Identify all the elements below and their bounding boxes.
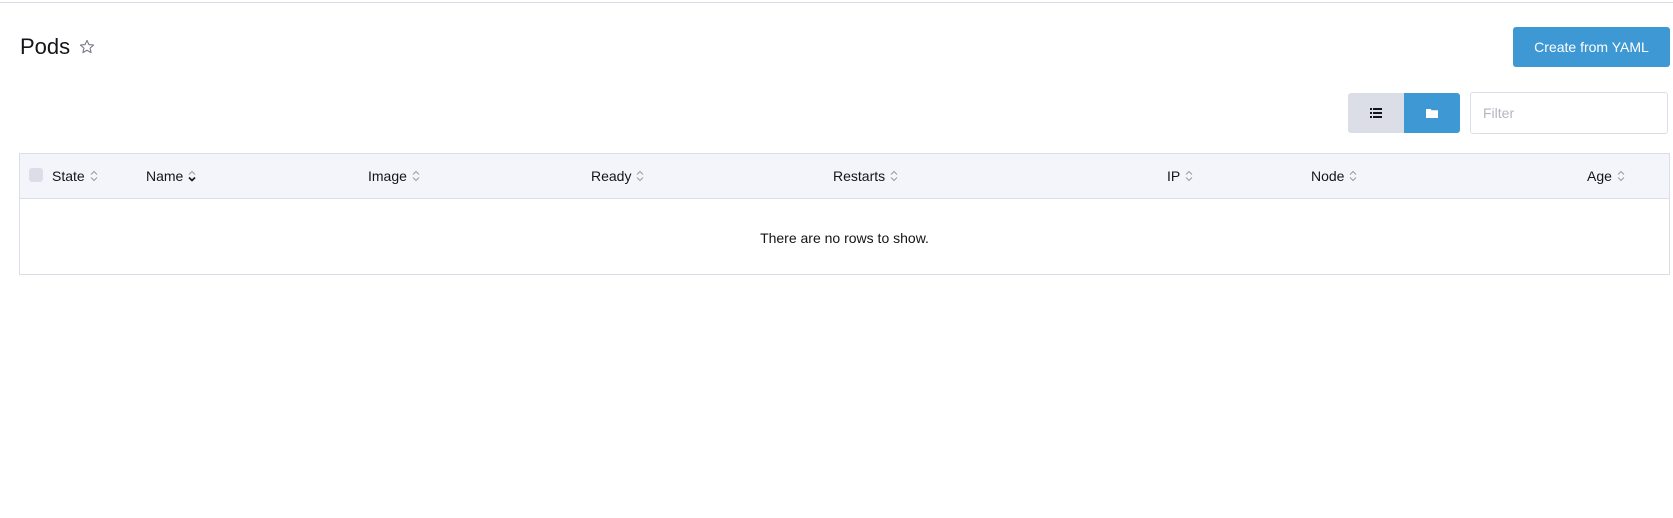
list-view-button[interactable] xyxy=(1348,93,1404,133)
column-header-restarts[interactable]: Restarts xyxy=(833,154,898,198)
column-header-name[interactable]: Name xyxy=(146,154,196,198)
column-header-state[interactable]: State xyxy=(52,154,98,198)
column-label: Age xyxy=(1587,168,1612,184)
page-title: Pods xyxy=(20,34,71,59)
sort-icon xyxy=(90,170,98,182)
list-icon xyxy=(1370,108,1382,118)
sort-icon xyxy=(890,170,898,182)
star-icon[interactable] xyxy=(78,38,96,56)
sort-icon xyxy=(1350,170,1357,182)
sort-descending-icon xyxy=(188,170,196,182)
column-label: IP xyxy=(1167,168,1181,184)
sort-icon xyxy=(412,170,420,182)
group-view-button[interactable] xyxy=(1404,93,1460,133)
column-label: Restarts xyxy=(833,168,886,184)
column-label: State xyxy=(52,168,85,184)
column-label: Name xyxy=(146,168,184,184)
folder-icon xyxy=(1426,109,1438,118)
column-header-node[interactable]: Node xyxy=(1311,154,1357,198)
sort-icon xyxy=(1617,170,1625,182)
empty-state-message: There are no rows to show. xyxy=(760,229,929,246)
sort-icon xyxy=(637,170,644,182)
column-header-image[interactable]: Image xyxy=(368,154,420,198)
column-label: Ready xyxy=(591,168,632,184)
column-label: Node xyxy=(1311,168,1345,184)
table-header: State Name Image Ready Restarts IP Node xyxy=(20,154,1669,199)
create-from-yaml-button[interactable]: Create from YAML xyxy=(1513,27,1670,67)
view-toggle xyxy=(1348,93,1460,133)
filter-input[interactable] xyxy=(1470,92,1668,134)
top-divider xyxy=(0,2,1673,3)
pods-table: State Name Image Ready Restarts IP Node xyxy=(19,153,1670,275)
column-label: Image xyxy=(368,168,407,184)
sort-icon xyxy=(1185,170,1193,182)
page-header: Pods xyxy=(20,32,96,62)
column-header-ip[interactable]: IP xyxy=(1167,154,1193,198)
column-header-ready[interactable]: Ready xyxy=(591,154,644,198)
column-header-age[interactable]: Age xyxy=(1587,154,1625,198)
select-all-checkbox[interactable] xyxy=(29,168,43,182)
